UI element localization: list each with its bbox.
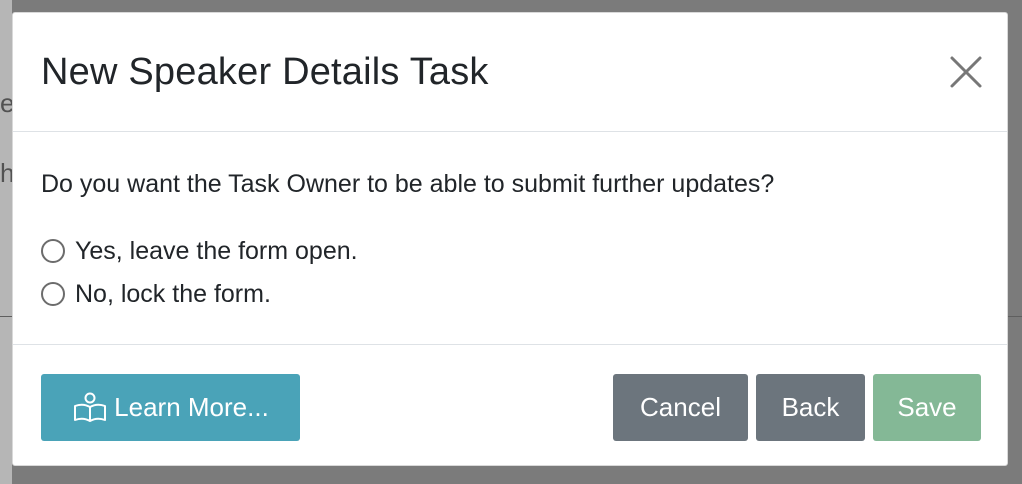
close-icon [950, 56, 982, 88]
option-label: No, lock the form. [75, 280, 271, 308]
save-button[interactable]: Save [873, 374, 981, 441]
book-reader-icon [72, 392, 108, 424]
back-button[interactable]: Back [756, 374, 865, 441]
dialog-header: New Speaker Details Task [13, 13, 1007, 132]
option-lock-form[interactable]: No, lock the form. [41, 278, 271, 310]
radio-lock-form[interactable] [41, 282, 65, 306]
dialog-question: Do you want the Task Owner to be able to… [41, 170, 775, 198]
cancel-button[interactable]: Cancel [613, 374, 748, 441]
option-leave-open[interactable]: Yes, leave the form open. [41, 235, 358, 267]
task-dialog: New Speaker Details Task Do you want the… [12, 12, 1008, 466]
learn-more-button[interactable]: Learn More... [41, 374, 300, 441]
close-button[interactable] [947, 53, 985, 91]
option-label: Yes, leave the form open. [75, 237, 358, 265]
background-page: er h [0, 0, 23, 484]
radio-leave-open[interactable] [41, 239, 65, 263]
learn-more-label: Learn More... [114, 392, 269, 422]
dialog-body: Do you want the Task Owner to be able to… [13, 132, 1007, 345]
dialog-title: New Speaker Details Task [41, 51, 489, 93]
dialog-footer: Learn More... Cancel Back Save [13, 345, 1007, 467]
